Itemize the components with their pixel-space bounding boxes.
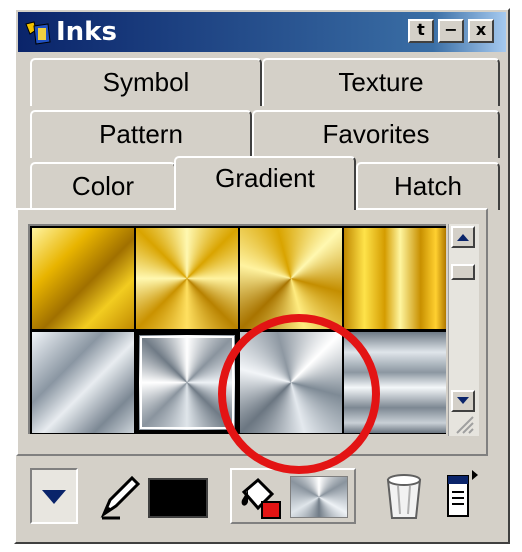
delete-button[interactable] [380, 468, 428, 524]
scroll-thumb[interactable] [451, 264, 475, 280]
tab-symbol[interactable]: Symbol [30, 58, 262, 106]
scroll-up-button[interactable] [451, 226, 475, 248]
minimize-button[interactable]: − [438, 19, 464, 43]
pen-tool-button[interactable] [96, 468, 144, 524]
highlight-circle [218, 314, 380, 474]
gradient-swatch-silver-1[interactable] [32, 332, 134, 433]
dropdown-arrow-icon [42, 490, 66, 504]
close-icon: x [475, 20, 487, 39]
tab-gradient[interactable]: Gradient [174, 156, 356, 210]
minimize-icon: − [444, 20, 458, 39]
pin-icon: t [417, 20, 425, 39]
tab-pattern[interactable]: Pattern [30, 110, 252, 158]
panel-menu-button[interactable] [442, 468, 482, 524]
scrollbar[interactable] [448, 224, 479, 436]
tab-texture[interactable]: Texture [262, 58, 500, 106]
gradient-swatch-gold-1[interactable] [32, 228, 134, 329]
arrow-up-icon [457, 234, 469, 241]
dropdown-button[interactable] [30, 468, 78, 524]
pen-icon [100, 475, 141, 520]
gradient-swatch-gold-2[interactable] [136, 228, 238, 329]
window-title: Inks [56, 17, 117, 47]
fill-tool-group [230, 468, 356, 524]
paint-bucket-icon[interactable] [236, 474, 284, 520]
menu-icon [447, 470, 478, 517]
resize-grip-icon[interactable] [455, 416, 475, 434]
bottom-toolbar [14, 464, 482, 528]
arrow-down-icon [457, 397, 469, 404]
trash-icon [386, 474, 422, 519]
close-button[interactable]: x [468, 19, 494, 43]
scroll-down-button[interactable] [451, 390, 475, 412]
fill-swatch[interactable] [290, 476, 348, 518]
tab-color[interactable]: Color [30, 162, 176, 210]
tab-hatch[interactable]: Hatch [356, 162, 500, 210]
pin-button[interactable]: t [408, 19, 434, 43]
gradient-swatch-gold-4[interactable] [344, 228, 446, 329]
line-color-swatch[interactable] [148, 478, 208, 518]
title-bar[interactable]: Inks t − x [18, 12, 506, 52]
tab-favorites[interactable]: Favorites [252, 110, 500, 158]
app-icon [25, 21, 51, 45]
